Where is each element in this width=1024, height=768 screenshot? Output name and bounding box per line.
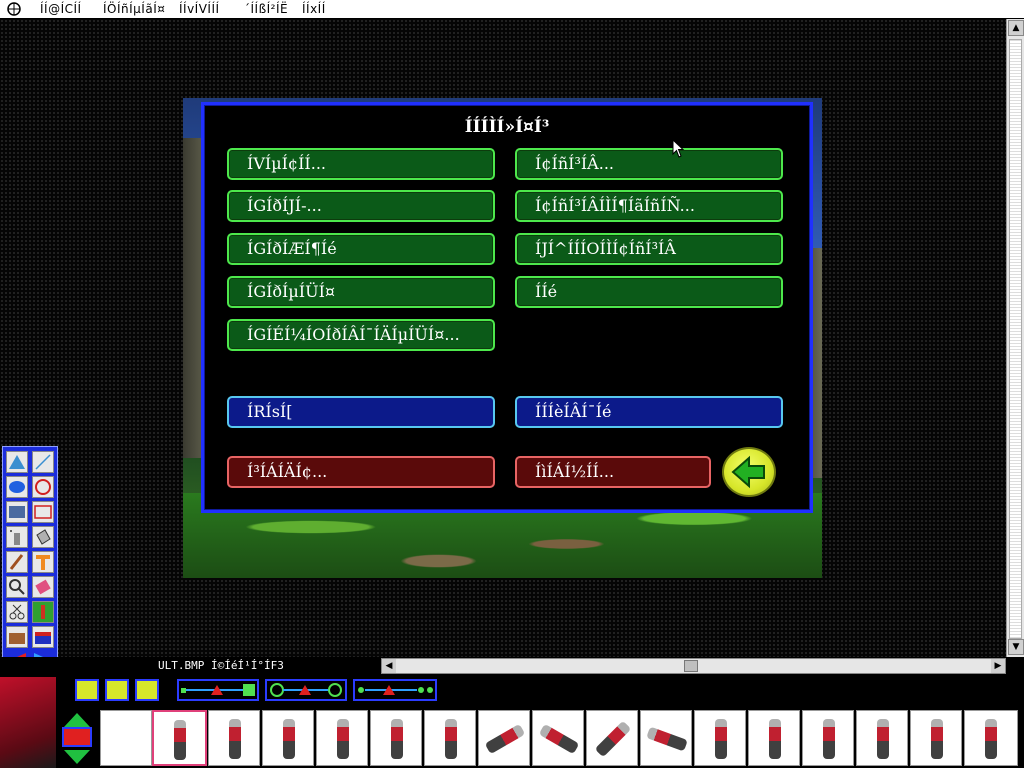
menu-item-2[interactable]: ÍÖÍñÍµÍãÍ¤ [103, 2, 165, 16]
menu-item-3[interactable]: ÍÍvÍVÍÍÍ [179, 2, 220, 16]
menu-bar: ÍÍ@ÍCÍÍ ÍÖÍñÍµÍãÍ¤ ÍÍvÍVÍÍÍ ´ÍÍßÍ²ÍË ÍÍx… [0, 0, 1024, 19]
menu-button-left-3[interactable]: ÍGÍðÍÆÍ¶Íé [227, 233, 495, 265]
palette-icon[interactable] [32, 626, 54, 648]
frame[interactable] [964, 710, 1018, 766]
frame[interactable] [640, 710, 692, 766]
frame[interactable] [802, 710, 854, 766]
scroll-thumb[interactable] [684, 660, 698, 672]
vertical-scrollbar[interactable]: ▲ ▼ [1006, 19, 1024, 657]
back-button[interactable] [722, 447, 776, 497]
rotate-frame-icon[interactable] [75, 679, 99, 701]
scroll-right-icon[interactable]: ▶ [991, 659, 1005, 673]
mouse-cursor-icon [672, 139, 685, 158]
frame[interactable] [478, 710, 530, 766]
eraser-icon[interactable] [32, 576, 54, 598]
character-thumbnail[interactable] [0, 677, 56, 768]
menu-button-right-1[interactable]: Í¢ÍñÍ³ÍÂ... [515, 148, 783, 180]
copy-button[interactable]: ÍRÍsÍ[ [227, 396, 495, 428]
red-button-left[interactable]: Í³ÍÁÍÄÍ¢... [227, 456, 495, 488]
menu-dialog: ÍÍÍÌÍ»Í¤Í³ ÍVÍµÍ¢ÍÍ... ÍGÍðÍJÍ-... ÍGÍðÍ… [201, 102, 813, 513]
stamp-preview[interactable] [62, 727, 92, 747]
dialog-title: ÍÍÍÌÍ»Í¤Í³ [464, 117, 550, 137]
frame[interactable] [262, 710, 314, 766]
brush-tool-icon[interactable] [6, 551, 28, 573]
menu-button-right-2[interactable]: Í¢ÍñÍ³ÍÂÍÌÍ¶ÍãÍñÍÑ... [515, 190, 783, 222]
rect-tool-icon[interactable] [32, 501, 54, 523]
menu-button-left-2[interactable]: ÍGÍðÍJÍ-... [227, 190, 495, 222]
down-arrow-icon[interactable] [62, 748, 92, 766]
scroll-track[interactable] [1009, 39, 1022, 639]
menu-item-4[interactable]: ´ÍÍßÍ²ÍË [244, 2, 288, 16]
flip-horizontal-icon[interactable] [105, 679, 129, 701]
menu-item-5[interactable]: ÍÍxÍÍ [302, 2, 326, 16]
frame[interactable] [532, 710, 584, 766]
animation-frames [100, 710, 1024, 768]
frame[interactable] [316, 710, 368, 766]
size-slider[interactable] [177, 679, 259, 701]
spray-tool-icon[interactable] [6, 526, 28, 548]
triangle-tool-icon[interactable] [6, 451, 28, 473]
circle-tool-icon[interactable] [32, 476, 54, 498]
frame-selected[interactable] [152, 710, 207, 766]
menu-button-left-5[interactable]: ÍGÍÉÍ¼ÍOÍðÍÂÍ¯ÍÄÍµÍÜÍ¤... [227, 319, 495, 351]
frame[interactable] [694, 710, 746, 766]
fill-bucket-icon[interactable] [32, 526, 54, 548]
rotation-slider[interactable] [265, 679, 347, 701]
frame[interactable] [424, 710, 476, 766]
horizontal-scrollbar[interactable]: ◀ ▶ [381, 658, 1006, 674]
flip-vertical-icon[interactable] [135, 679, 159, 701]
menu-button-left-4[interactable]: ÍGÍðÍµÍÜÍ¤ [227, 276, 495, 308]
app-logo-icon[interactable] [6, 1, 22, 17]
frame[interactable] [586, 710, 638, 766]
scroll-up-icon[interactable]: ▲ [1008, 20, 1024, 36]
stamp-tool-icon[interactable] [32, 601, 54, 623]
line-tool-icon[interactable] [32, 451, 54, 473]
magnifier-icon[interactable] [6, 576, 28, 598]
paste-button[interactable]: ÍÍÍèÍÂÍ¯Íé [515, 396, 783, 428]
menu-button-right-4[interactable]: ÍÍé [515, 276, 783, 308]
scroll-down-icon[interactable]: ▼ [1008, 639, 1024, 655]
red-button-right[interactable]: ÍìÍÁÍ½ÍÍ... [515, 456, 711, 488]
library-icon[interactable] [6, 626, 28, 648]
frame[interactable] [208, 710, 260, 766]
scroll-left-icon[interactable]: ◀ [382, 659, 396, 673]
frame[interactable] [748, 710, 800, 766]
file-name-label: ULT.BMP Í©ÍéÍ¹Í°ÍF3 [158, 659, 284, 672]
frame[interactable] [910, 710, 962, 766]
scissors-icon[interactable] [6, 601, 28, 623]
frame[interactable] [370, 710, 422, 766]
menu-button-left-1[interactable]: ÍVÍµÍ¢ÍÍ... [227, 148, 495, 180]
frame[interactable] [856, 710, 908, 766]
frame-empty[interactable] [100, 710, 152, 766]
menu-button-right-3[interactable]: ÍJÍ^ÍÍÍOÍÌÍ¢ÍñÍ³ÍÂ [515, 233, 783, 265]
back-arrow-icon [731, 455, 765, 489]
speed-slider[interactable] [353, 679, 437, 701]
tool-palette [2, 446, 58, 676]
text-tool-icon[interactable] [32, 551, 54, 573]
filled-rect-tool-icon[interactable] [6, 501, 28, 523]
menu-item-1[interactable]: ÍÍ@ÍCÍÍ [40, 2, 82, 16]
filled-ellipse-tool-icon[interactable] [6, 476, 28, 498]
